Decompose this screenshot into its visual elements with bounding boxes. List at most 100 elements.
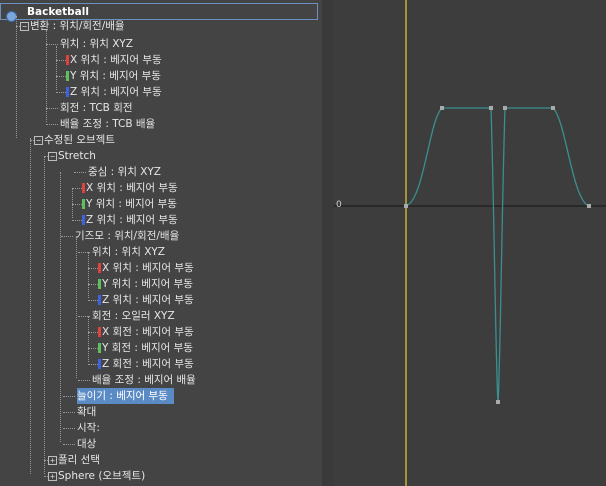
tree-item[interactable]: 회전 : TCB 회전 xyxy=(0,100,318,116)
z-axis-color-icon xyxy=(98,359,101,369)
tree-item-label: X 위치 : 베지어 부동 xyxy=(70,54,162,66)
x-axis-color-icon xyxy=(82,183,85,193)
zero-axis-label: 0 xyxy=(336,200,342,210)
tree-item[interactable]: 시작: xyxy=(0,420,318,436)
key-points xyxy=(404,106,591,404)
tree-item[interactable]: − Stretch xyxy=(0,148,318,164)
tree-item-label: 늘이기 : 베지어 부동 xyxy=(77,388,174,404)
key-point[interactable] xyxy=(496,400,500,404)
tree-item-label: Stretch xyxy=(58,150,96,162)
tree-item-label: 폴리 선택 xyxy=(58,454,100,466)
tree-connector xyxy=(46,108,58,109)
tree-item[interactable]: − 변환 : 위치/회전/배율 xyxy=(0,18,318,34)
tree-item[interactable]: Y 위치 : 베지어 부동 xyxy=(0,196,318,212)
tree-item[interactable]: Z 회전 : 베지어 부동 xyxy=(0,356,318,372)
tree-item[interactable]: X 위치 : 베지어 부동 xyxy=(0,52,318,68)
tree-connector xyxy=(63,444,75,445)
tree-guide-line xyxy=(30,138,31,474)
tree-guide-line xyxy=(46,30,47,122)
tree-item-label: Y 회전 : 베지어 부동 xyxy=(102,342,193,354)
tree-item-label: Z 위치 : 베지어 부동 xyxy=(86,214,178,226)
tree-connector xyxy=(63,412,75,413)
tree-guide-line xyxy=(44,156,45,474)
tree-item[interactable]: Y 회전 : 베지어 부동 xyxy=(0,340,318,356)
tree-item-label: 회전 : TCB 회전 xyxy=(60,102,133,114)
tree-item-label: Z 위치 : 베지어 부동 xyxy=(70,86,162,98)
x-axis-color-icon xyxy=(66,55,69,65)
tree-item-label: X 회전 : 베지어 부동 xyxy=(102,326,194,338)
tree-item[interactable]: X 위치 : 베지어 부동 xyxy=(0,180,318,196)
curve-canvas xyxy=(334,0,606,486)
collapse-icon[interactable]: − xyxy=(34,136,43,145)
controller-tree: Backetball − 변환 : 위치/회전/배율 위치 : 위치 XYZ X 위치… xyxy=(0,0,322,486)
tree-item[interactable]: 위치 : 위치 XYZ xyxy=(0,36,318,52)
y-axis-color-icon xyxy=(98,343,101,353)
key-point[interactable] xyxy=(404,204,408,208)
tree-item-label: Sphere (오브젝트) xyxy=(58,470,146,482)
tree-item-label: Z 회전 : 베지어 부동 xyxy=(102,358,194,370)
stretch-curve xyxy=(405,107,590,403)
tree-item[interactable]: 기즈모 : 위치/회전/배율 xyxy=(0,228,318,244)
tree-connector xyxy=(74,172,86,173)
tree-guide-line xyxy=(88,252,89,298)
x-axis-color-icon xyxy=(98,263,101,273)
key-point[interactable] xyxy=(503,106,507,110)
y-axis-color-icon xyxy=(98,279,101,289)
tree-item-label: 회전 : 오일러 XYZ xyxy=(92,310,175,322)
tree-item[interactable]: X 위치 : 베지어 부동 xyxy=(0,260,318,276)
tree-item-label: 수정된 오브젝트 xyxy=(44,134,115,146)
key-point[interactable] xyxy=(551,106,555,110)
tree-item-label: 위치 : 위치 XYZ xyxy=(92,246,165,258)
tree-item[interactable]: + Sphere (오브젝트) xyxy=(0,468,318,484)
x-axis-color-icon xyxy=(98,327,101,337)
collapse-icon[interactable]: − xyxy=(20,22,29,31)
key-point[interactable] xyxy=(440,106,444,110)
tree-item-label: 대상 xyxy=(77,438,97,450)
z-axis-color-icon xyxy=(66,87,69,97)
tree-connector xyxy=(61,236,73,237)
tree-item[interactable]: X 회전 : 베지어 부동 xyxy=(0,324,318,340)
tree-item[interactable]: Y 위치 : 베지어 부동 xyxy=(0,276,318,292)
key-point[interactable] xyxy=(587,204,591,208)
tree-item[interactable]: 늘이기 : 베지어 부동 xyxy=(0,388,318,404)
tree-item-label: 확대 xyxy=(77,406,97,418)
tree-guide-line xyxy=(56,46,57,90)
tree-connector xyxy=(63,396,75,397)
tree-item[interactable]: Z 위치 : 베지어 부동 xyxy=(0,212,318,228)
tree-guide-line xyxy=(16,16,17,138)
z-axis-color-icon xyxy=(82,215,85,225)
tree-connector xyxy=(78,380,90,381)
tree-item[interactable]: − 수정된 오브젝트 xyxy=(0,132,318,148)
curve-editor-graph[interactable]: 0 xyxy=(334,0,606,486)
tree-item[interactable]: Z 위치 : 베지어 부동 xyxy=(0,292,318,308)
tree-item[interactable]: 중심 : 위치 XYZ xyxy=(0,164,318,180)
expand-icon[interactable]: + xyxy=(48,472,57,481)
tree-item-label: Y 위치 : 베지어 부동 xyxy=(86,198,177,210)
key-point[interactable] xyxy=(489,106,493,110)
tree-item-label: 중심 : 위치 XYZ xyxy=(88,166,161,178)
tree-item[interactable]: + 폴리 선택 xyxy=(0,452,318,468)
tree-item[interactable]: 회전 : 오일러 XYZ xyxy=(0,308,318,324)
tree-item[interactable]: Y 위치 : 베지어 부동 xyxy=(0,68,318,84)
tree-item-label: 시작: xyxy=(77,422,100,434)
tree-item-label: Z 위치 : 베지어 부동 xyxy=(102,294,194,306)
tree-item[interactable]: 대상 xyxy=(0,436,318,452)
panel-splitter[interactable] xyxy=(322,0,334,486)
tree-guide-line xyxy=(72,188,73,218)
tree-item[interactable]: 배율 조정 : TCB 배율 xyxy=(0,116,318,132)
tree-item[interactable]: 배율 조정 : 베지어 배율 xyxy=(0,372,318,388)
tree-item-label: 기즈모 : 위치/회전/배율 xyxy=(75,230,180,242)
tree-item[interactable]: 확대 xyxy=(0,404,318,420)
tree-item-label: Y 위치 : 베지어 부동 xyxy=(70,70,161,82)
collapse-icon[interactable]: − xyxy=(48,152,57,161)
expand-icon[interactable]: + xyxy=(48,456,57,465)
tree-item-label: 배율 조정 : 베지어 배율 xyxy=(92,374,196,386)
tree-item-label: 위치 : 위치 XYZ xyxy=(60,38,133,50)
tree-item-label: Y 위치 : 베지어 부동 xyxy=(102,278,193,290)
tree-item-label: X 위치 : 베지어 부동 xyxy=(102,262,194,274)
tree-connector xyxy=(46,124,58,125)
z-axis-color-icon xyxy=(98,295,101,305)
tree-item[interactable]: 위치 : 위치 XYZ xyxy=(0,244,318,260)
tree-item-label: 배율 조정 : TCB 배율 xyxy=(60,118,156,130)
tree-item[interactable]: Z 위치 : 베지어 부동 xyxy=(0,84,318,100)
